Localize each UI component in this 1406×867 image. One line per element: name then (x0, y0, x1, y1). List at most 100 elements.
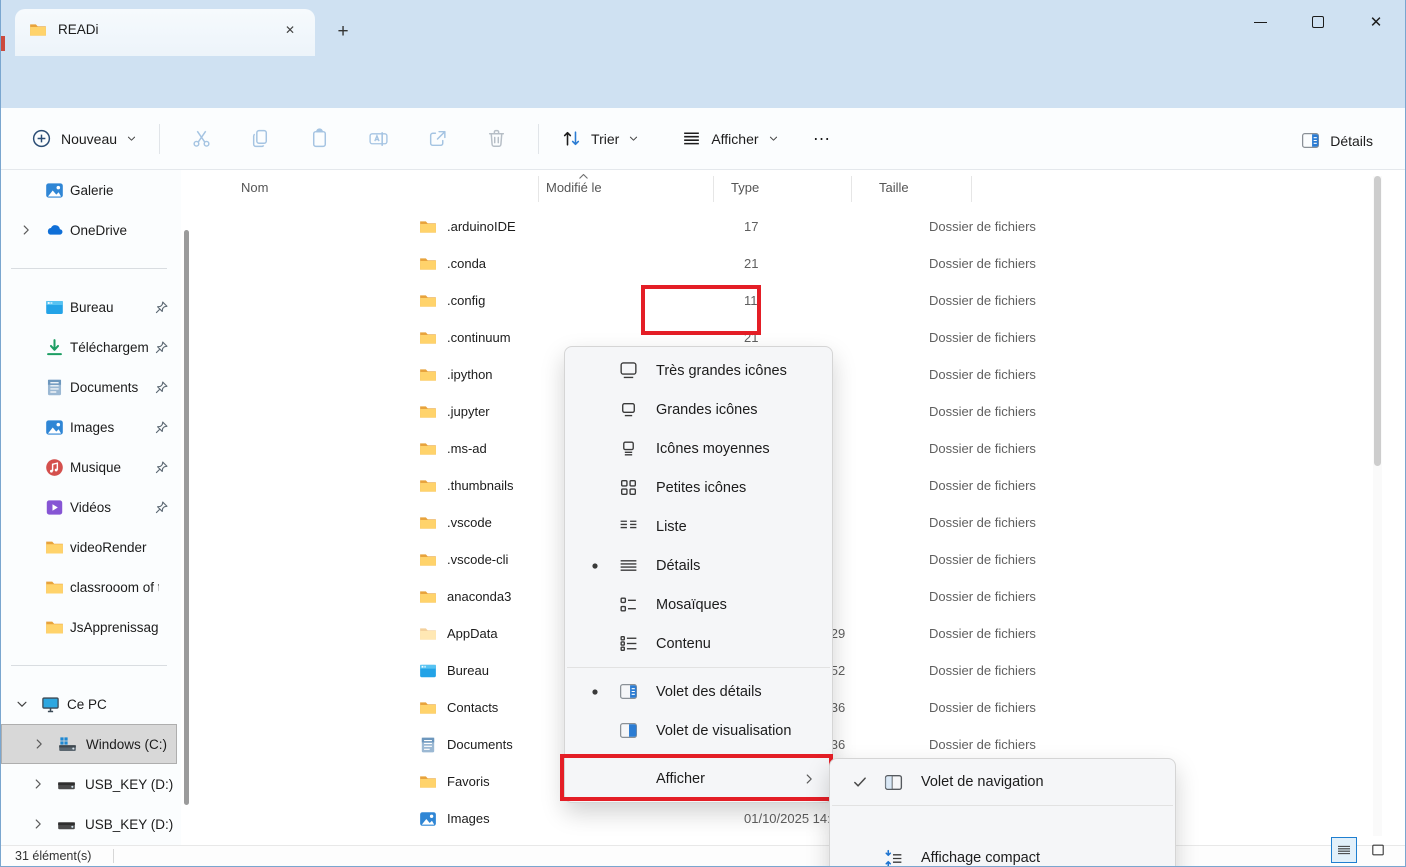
new-button[interactable]: Nouveau (21, 120, 147, 157)
file-row[interactable]: .config 11 Dossier de fichiers (404, 282, 1394, 319)
column-header-name[interactable]: Nom (241, 180, 268, 195)
sort-button[interactable]: Trier (551, 120, 649, 157)
file-name: Images (447, 811, 490, 826)
view-menu-item[interactable]: Grandes icônes (565, 390, 832, 429)
file-modified-date: 21 (744, 330, 759, 345)
file-list-scrollbar[interactable] (1373, 176, 1382, 836)
sidebar-item[interactable]: USB_KEY (D:) (1, 764, 181, 804)
toolbar-action-button[interactable] (290, 119, 349, 158)
picture-icon (419, 810, 437, 828)
sidebar-item[interactable]: videoRender (1, 527, 181, 567)
view-menu-item[interactable]: Très grandes icônes (565, 351, 832, 390)
view-submenu-item[interactable]: Affichage compact (830, 839, 1175, 866)
sidebar-item-label: Bureau (70, 299, 114, 315)
chevron-right-icon[interactable] (31, 777, 45, 791)
sidebar-item[interactable]: Téléchargem (1, 327, 181, 367)
sidebar-item[interactable]: JsApprenissage2 (1, 607, 181, 647)
details-pane-button[interactable]: Détails (1290, 122, 1383, 159)
sidebar-item[interactable]: Musique (1, 447, 181, 487)
chevron-down-icon[interactable] (15, 697, 29, 711)
file-row[interactable]: .jupyter 21 Dossier de fichiers (404, 393, 1394, 430)
file-type: Dossier de fichiers (929, 293, 1036, 308)
file-row[interactable]: .vscode-cli 17 Dossier de fichiers (404, 541, 1394, 578)
toolbar-action-button[interactable] (231, 119, 290, 158)
view-menu-item[interactable]: Contenu (565, 624, 832, 663)
view-menu-item[interactable]: Volet de visualisation (565, 711, 832, 750)
file-name: .vscode-cli (447, 552, 509, 567)
column-header-type[interactable]: Type (731, 180, 759, 195)
column-header-modified[interactable]: Modifié le (546, 180, 602, 195)
view-menu-item[interactable]: Mosaïques (565, 585, 832, 624)
pin-icon (154, 420, 169, 435)
toolbar-action-button[interactable] (467, 119, 526, 158)
file-row[interactable]: .arduinoIDE 17 Dossier de fichiers (404, 208, 1394, 245)
details-view-toggle[interactable] (1331, 837, 1357, 863)
file-row[interactable]: .thumbnails 02 Dossier de fichiers (404, 467, 1394, 504)
sidebar-item[interactable]: Galerie (1, 170, 181, 210)
sidebar-item[interactable]: OneDrive (1, 210, 181, 250)
bullet-icon (587, 684, 603, 700)
sidebar-item-label: Téléchargem (70, 339, 149, 355)
paste-icon (309, 128, 330, 149)
view-menu-item[interactable]: Icônes moyennes (565, 429, 832, 468)
sidebar-item[interactable]: Windows (C:) (1, 724, 177, 764)
icons-view-toggle[interactable] (1365, 837, 1391, 863)
file-row[interactable]: Contacts 22/09/2025 17:36 Dossier de fic… (404, 689, 1394, 726)
file-type: Dossier de fichiers (929, 256, 1036, 271)
toolbar-action-button[interactable] (408, 119, 467, 158)
toolbar-action-button[interactable] (172, 119, 231, 158)
column-header-size[interactable]: Taille (879, 180, 909, 195)
file-row[interactable]: .ipython 21 Dossier de fichiers (404, 356, 1394, 393)
file-row[interactable]: Bureau 01/10/2025 14:52 Dossier de fichi… (404, 652, 1394, 689)
icon-sm-icon (618, 477, 639, 498)
toolbar-action-button[interactable] (349, 119, 408, 158)
chevron-right-icon[interactable] (19, 223, 33, 237)
view-menu-item[interactable]: Détails (565, 546, 832, 585)
sidebar-item[interactable] (1, 250, 181, 287)
file-modified-date: 21 (744, 256, 759, 271)
file-name: .ipython (447, 367, 493, 382)
view-menu-item[interactable] (565, 663, 832, 672)
sidebar-item[interactable] (1, 647, 181, 684)
chevron-right-icon[interactable] (31, 817, 45, 831)
sidebar-item[interactable]: Ce PC (1, 684, 181, 724)
folder-icon (29, 21, 47, 39)
close-icon: ✕ (1369, 14, 1383, 31)
toolbar-separator (538, 123, 540, 154)
file-row[interactable]: .continuum 21 Dossier de fichiers (404, 319, 1394, 356)
view-submenu-item[interactable] (830, 801, 1175, 839)
sidebar-item[interactable]: Bureau (1, 287, 181, 327)
view-menu-item[interactable]: Volet des détails (565, 672, 832, 711)
view-submenu: Volet de navigation Affichage compact (829, 758, 1176, 866)
sidebar-item[interactable]: Vidéos (1, 487, 181, 527)
file-name: .conda (447, 256, 487, 271)
file-row[interactable]: .ms-ad 31 Dossier de fichiers (404, 430, 1394, 467)
file-row[interactable]: .conda 21 Dossier de fichiers (404, 245, 1394, 282)
file-row[interactable]: AppData 22/09/2025 18:29 Dossier de fich… (404, 615, 1394, 652)
new-tab-button[interactable]: + (329, 18, 357, 46)
sidebar-item[interactable]: USB_KEY (D:) (1, 804, 181, 844)
sidebar-item[interactable]: Images (1, 407, 181, 447)
file-row[interactable]: .vscode 24 Dossier de fichiers (404, 504, 1394, 541)
sidebar-item[interactable]: classrooom of th (1, 567, 181, 607)
toolbar-actions (172, 119, 526, 158)
file-row[interactable]: anaconda3 21 Dossier de fichiers (404, 578, 1394, 615)
maximize-button[interactable] (1289, 0, 1347, 44)
view-menu-item[interactable]: Liste (565, 507, 832, 546)
minimize-button[interactable] (1231, 0, 1289, 44)
close-button[interactable]: ✕ (1347, 0, 1405, 44)
more-options-button[interactable]: … (803, 124, 843, 153)
tab-close-icon[interactable]: ✕ (277, 17, 303, 43)
sidebar-item[interactable]: Documents (1, 367, 181, 407)
cloud-icon (45, 221, 64, 240)
explorer-tab[interactable]: READi ✕ (15, 9, 315, 56)
folder-icon (419, 366, 437, 384)
view-menu-item[interactable]: Petites icônes (565, 468, 832, 507)
view-button[interactable]: Afficher (671, 120, 788, 157)
chevron-right-icon[interactable] (32, 737, 46, 751)
compact-icon (883, 848, 904, 866)
pane-details-icon (1300, 130, 1321, 151)
view-submenu-item[interactable]: Volet de navigation (830, 763, 1175, 801)
chevron-down-icon (628, 133, 639, 144)
sidebar-scrollbar[interactable] (184, 230, 189, 805)
